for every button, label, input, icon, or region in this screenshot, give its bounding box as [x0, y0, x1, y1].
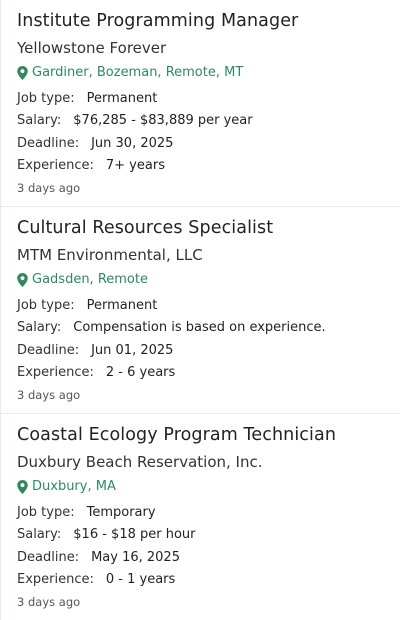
experience-value: 2 - 6 years — [105, 365, 176, 381]
job-location: Duxbury, MA — [17, 478, 390, 496]
salary-label: Salary: — [17, 527, 62, 543]
experience-label: Experience: — [17, 365, 94, 381]
job-card[interactable]: Coastal Ecology Program Technician Duxbu… — [0, 414, 400, 620]
salary-value: $16 - $18 per hour — [73, 527, 196, 543]
job-card[interactable]: Cultural Resources Specialist MTM Enviro… — [0, 207, 400, 414]
job-type-row: Job type: Temporary — [17, 504, 390, 522]
deadline-row: Deadline: Jun 01, 2025 — [17, 342, 390, 360]
location-text: Duxbury, MA — [32, 479, 116, 494]
job-type-row: Job type: Permanent — [17, 90, 390, 108]
experience-row: Experience: 7+ years — [17, 157, 390, 175]
location-text: Gadsden, Remote — [32, 272, 148, 287]
experience-value: 7+ years — [105, 158, 165, 174]
job-title[interactable]: Cultural Resources Specialist — [17, 217, 390, 239]
salary-row: Salary: $76,285 - $83,889 per year — [17, 112, 390, 130]
company-name: Yellowstone Forever — [17, 39, 167, 57]
deadline-label: Deadline: — [17, 135, 80, 151]
company-name: MTM Environmental, LLC — [17, 246, 203, 264]
salary-value: Compensation is based on experience. — [73, 320, 326, 336]
job-type-row: Job type: Permanent — [17, 297, 390, 315]
salary-label: Salary: — [17, 113, 62, 129]
experience-value: 0 - 1 years — [105, 572, 176, 588]
deadline-value: Jun 30, 2025 — [91, 135, 174, 151]
map-pin-icon — [17, 66, 28, 80]
job-title[interactable]: Coastal Ecology Program Technician — [17, 424, 390, 446]
company-name: Duxbury Beach Reservation, Inc. — [17, 453, 263, 471]
deadline-value: Jun 01, 2025 — [91, 342, 174, 358]
posted-time: 3 days ago — [17, 181, 81, 196]
salary-value: $76,285 - $83,889 per year — [73, 113, 253, 129]
map-pin-icon — [17, 273, 28, 287]
map-pin-icon — [17, 480, 28, 494]
location-text: Gardiner, Bozeman, Remote, MT — [32, 65, 244, 80]
job-type-label: Job type: — [17, 505, 75, 520]
job-title[interactable]: Institute Programming Manager — [17, 10, 390, 32]
job-type-label: Job type: — [17, 298, 75, 313]
salary-row: Salary: Compensation is based on experien… — [17, 319, 390, 337]
experience-row: Experience: 0 - 1 years — [17, 571, 390, 589]
deadline-label: Deadline: — [17, 342, 80, 358]
experience-label: Experience: — [17, 158, 94, 174]
job-type-label: Job type: — [17, 91, 75, 106]
job-type-value: Permanent — [86, 298, 158, 313]
salary-row: Salary: $16 - $18 per hour — [17, 526, 390, 544]
deadline-value: May 16, 2025 — [91, 549, 180, 565]
deadline-label: Deadline: — [17, 549, 80, 565]
experience-row: Experience: 2 - 6 years — [17, 364, 390, 382]
deadline-row: Deadline: May 16, 2025 — [17, 549, 390, 567]
posted-time: 3 days ago — [17, 388, 81, 403]
job-type-value: Temporary — [86, 505, 156, 520]
job-location: Gardiner, Bozeman, Remote, MT — [17, 64, 390, 82]
experience-label: Experience: — [17, 572, 94, 588]
job-card[interactable]: Institute Programming Manager Yellowston… — [0, 0, 400, 207]
posted-time: 3 days ago — [17, 595, 81, 610]
salary-label: Salary: — [17, 320, 62, 336]
job-list: Institute Programming Manager Yellowston… — [0, 0, 400, 620]
job-type-value: Permanent — [86, 91, 158, 106]
job-location: Gadsden, Remote — [17, 271, 390, 289]
deadline-row: Deadline: Jun 30, 2025 — [17, 135, 390, 153]
